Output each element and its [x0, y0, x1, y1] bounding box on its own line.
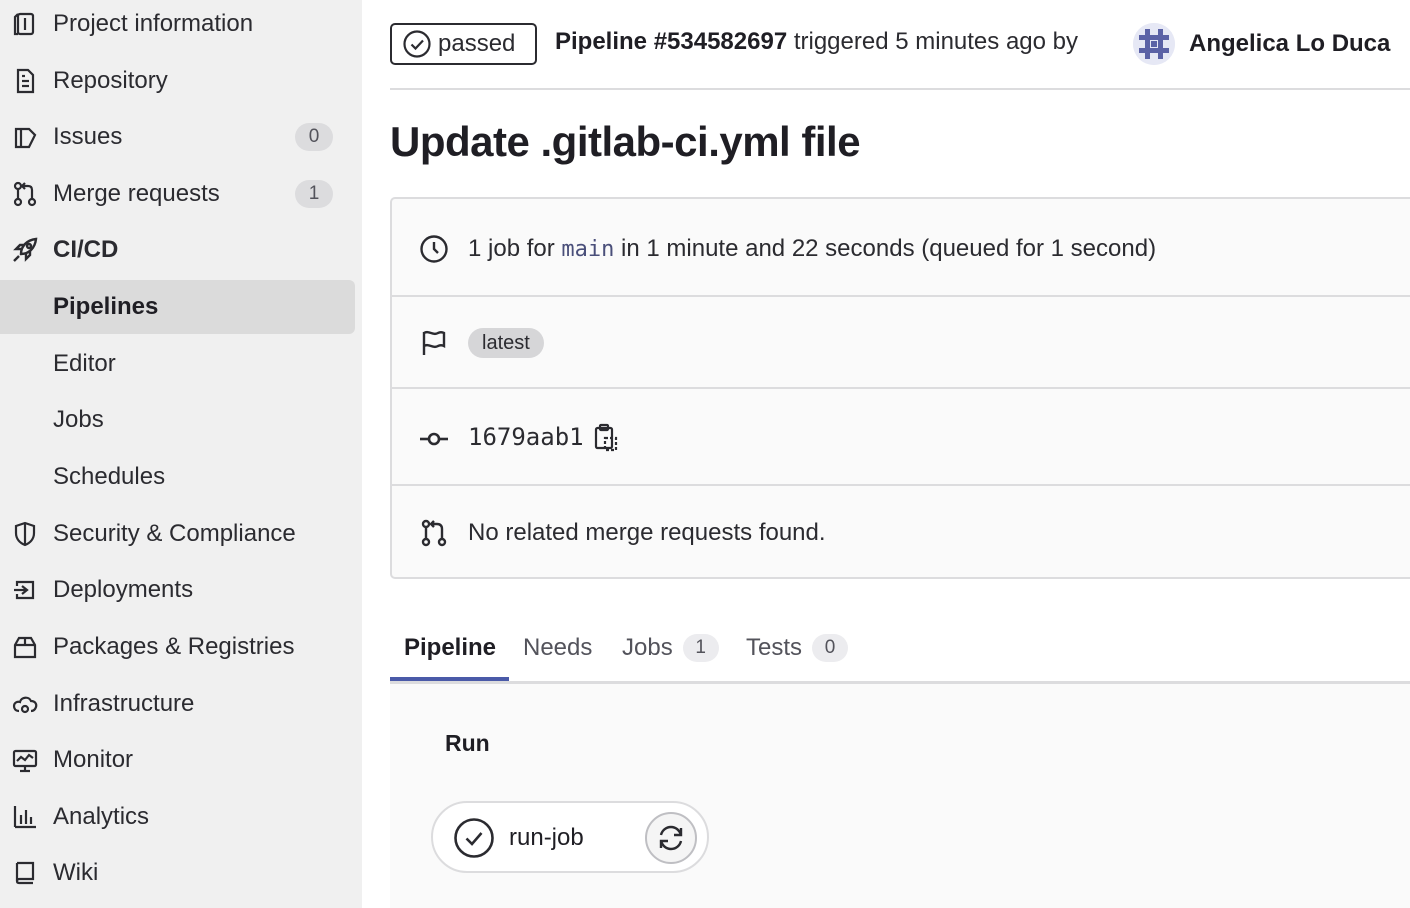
tab-label: Jobs: [622, 634, 673, 661]
sidebar-item-monitor[interactable]: Monitor: [0, 733, 355, 787]
branch-link[interactable]: main: [561, 237, 614, 262]
copy-commit-button[interactable]: [592, 422, 620, 454]
sidebar-item-label: Issues: [53, 123, 123, 150]
book-icon: [11, 859, 39, 887]
sidebar-item-label: Analytics: [53, 803, 150, 830]
active-tab-indicator: [390, 677, 509, 681]
rocket-icon: [11, 236, 39, 264]
sidebar-item-infrastructure[interactable]: Infrastructure: [0, 677, 355, 731]
issues-icon: [11, 123, 39, 151]
no-merge-requests-text: No related merge requests found.: [468, 519, 826, 546]
package-icon: [11, 633, 39, 661]
pipeline-main: passed Pipeline #534582697 triggered 5 m…: [390, 0, 1410, 908]
sidebar-item-deployments[interactable]: Deployments: [0, 563, 355, 617]
author-name[interactable]: Angelica Lo Duca: [1189, 30, 1390, 58]
sidebar-item-label: Editor: [53, 350, 116, 377]
latest-tag: latest: [468, 328, 544, 358]
tab-label: Pipeline: [404, 634, 497, 661]
jobs-summary: 1 job for main in 1 minute and 22 second…: [468, 235, 1156, 263]
clipboard-icon: [594, 423, 618, 452]
cloud-gear-icon: [11, 690, 39, 718]
job-name: run-job: [509, 824, 584, 851]
sidebar-item-label: CI/CD: [53, 236, 119, 263]
avatar[interactable]: [1133, 23, 1175, 65]
page-title: Update .gitlab-ci.yml file: [390, 118, 861, 165]
tab-label: Needs: [523, 634, 593, 661]
pipeline-id: Pipeline #534582697: [555, 28, 788, 55]
clock-icon: [418, 233, 450, 265]
sidebar-item-label: Monitor: [53, 746, 134, 773]
sidebar-item-label: Wiki: [53, 859, 99, 886]
issues-count-badge: 0: [295, 123, 333, 151]
divider: [392, 295, 1410, 297]
tab-tests[interactable]: Tests 0: [746, 612, 849, 684]
shield-icon: [11, 520, 39, 548]
sidebar-item-editor[interactable]: Editor: [0, 337, 355, 391]
sidebar-item-label: Schedules: [53, 463, 166, 490]
info-row-tag: latest: [392, 323, 1410, 363]
sidebar-item-label: Project information: [53, 10, 254, 37]
sidebar-item-label: Repository: [53, 67, 168, 94]
sidebar-item-cicd[interactable]: CI/CD: [0, 223, 355, 277]
tab-needs[interactable]: Needs: [523, 612, 592, 684]
tab-label: Tests: [746, 634, 803, 661]
sidebar-item-issues[interactable]: Issues 0: [0, 110, 355, 164]
check-circle-icon: [403, 30, 431, 58]
divider: [392, 484, 1410, 486]
check-circle-icon: [454, 818, 494, 858]
jobs-summary-suffix: in 1 minute and 22 seconds (queued for 1…: [614, 235, 1157, 262]
stage-title: Run: [445, 730, 490, 756]
merge-requests-count-badge: 1: [295, 180, 333, 208]
pipeline-tabs: Pipeline Needs Jobs 1 Tests 0: [390, 612, 1410, 684]
sidebar-item-jobs[interactable]: Jobs: [0, 393, 355, 447]
jobs-summary-prefix: 1 job for: [468, 235, 562, 262]
sidebar-item-merge-requests[interactable]: Merge requests 1: [0, 167, 355, 221]
sidebar-item-label: Jobs: [53, 406, 104, 433]
sidebar-item-security-compliance[interactable]: Security & Compliance: [0, 507, 355, 561]
sidebar-item-label: Pipelines: [53, 293, 159, 320]
sidebar-item-packages-registries[interactable]: Packages & Registries: [0, 620, 355, 674]
merge-request-icon: [11, 180, 39, 208]
info-row-duration: 1 job for main in 1 minute and 22 second…: [392, 229, 1410, 269]
job-run-job[interactable]: run-job: [431, 801, 709, 873]
status-text: passed: [438, 30, 516, 57]
divider: [392, 387, 1410, 389]
info-row-merge-requests: No related merge requests found.: [392, 513, 1410, 553]
sidebar-item-label: Deployments: [53, 576, 194, 603]
deployments-icon: [11, 576, 39, 604]
pipeline-summary: Pipeline #534582697 triggered 5 minutes …: [555, 28, 1078, 56]
tests-count-badge: 0: [812, 634, 849, 662]
sidebar-item-label: Packages & Registries: [53, 633, 295, 660]
sidebar-item-label: Infrastructure: [53, 690, 195, 717]
sidebar-item-pipelines[interactable]: Pipelines: [0, 280, 355, 334]
sidebar-item-schedules[interactable]: Schedules: [0, 450, 355, 504]
sidebar-item-repository[interactable]: Repository: [0, 54, 355, 108]
info-row-commit: 1679aab1: [392, 417, 1410, 457]
sidebar-item-label: Merge requests: [53, 180, 220, 207]
commit-icon: [418, 421, 450, 453]
pipeline-graph: Run run-job: [390, 684, 1410, 908]
monitor-icon: [11, 746, 39, 774]
commit-sha-link[interactable]: 1679aab1: [468, 423, 584, 451]
pipeline-info-box: 1 job for main in 1 minute and 22 second…: [390, 197, 1410, 579]
document-icon: [11, 67, 39, 95]
triggered-text: triggered 5 minutes ago by: [787, 28, 1079, 55]
sidebar-item-wiki[interactable]: Wiki: [0, 846, 355, 900]
tab-jobs[interactable]: Jobs 1: [622, 612, 719, 684]
sidebar: Project information Repository Issues 0 …: [0, 0, 362, 908]
jobs-count-badge: 1: [682, 634, 719, 662]
identicon-icon: [1133, 23, 1175, 65]
retry-job-button[interactable]: [645, 812, 697, 864]
project-information-icon: [11, 10, 39, 38]
sidebar-item-analytics[interactable]: Analytics: [0, 790, 355, 844]
retry-icon: [659, 825, 683, 851]
chart-icon: [11, 803, 39, 831]
pipeline-header: passed Pipeline #534582697 triggered 5 m…: [390, 0, 1410, 90]
status-badge[interactable]: passed: [390, 23, 537, 65]
sidebar-item-project-information[interactable]: Project information: [0, 0, 355, 51]
flag-icon: [418, 327, 450, 359]
merge-request-icon: [418, 517, 450, 549]
tab-pipeline[interactable]: Pipeline: [404, 612, 496, 684]
sidebar-item-label: Security & Compliance: [53, 520, 296, 547]
